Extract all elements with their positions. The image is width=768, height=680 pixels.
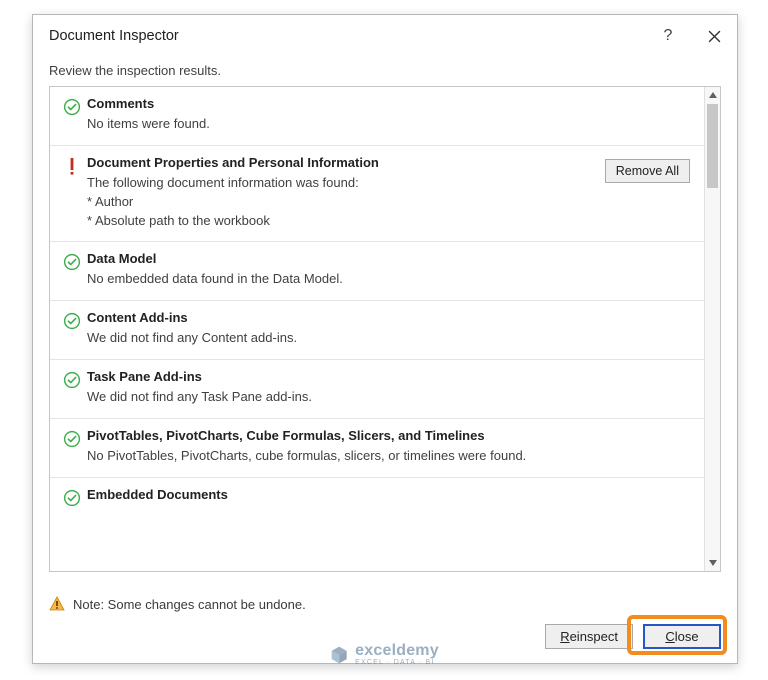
window-close-button[interactable] [691, 15, 737, 57]
result-title: Comments [87, 96, 694, 111]
result-title: Document Properties and Personal Informa… [87, 155, 605, 170]
document-inspector-dialog: Document Inspector ? Review the inspecti… [32, 14, 738, 664]
vertical-scrollbar[interactable] [704, 87, 720, 571]
check-circle-icon [63, 98, 81, 116]
scroll-down-icon[interactable] [705, 555, 721, 571]
result-item-content-addins: Content Add-ins We did not find any Cont… [50, 301, 704, 360]
remove-all-button[interactable]: Remove All [605, 159, 690, 183]
results-list: Comments No items were found. Document P… [50, 87, 704, 571]
result-item-comments: Comments No items were found. [50, 87, 704, 146]
check-circle-icon [63, 371, 81, 389]
reinspect-label-rest: einspect [570, 629, 618, 644]
help-button[interactable]: ? [645, 15, 691, 57]
result-desc: No PivotTables, PivotCharts, cube formul… [87, 447, 694, 466]
result-desc: We did not find any Content add-ins. [87, 329, 694, 348]
results-panel: Comments No items were found. Document P… [49, 86, 721, 572]
dialog-title: Document Inspector [49, 28, 645, 44]
result-title: Task Pane Add-ins [87, 369, 694, 384]
result-title: Data Model [87, 251, 694, 266]
result-title: Content Add-ins [87, 310, 694, 325]
close-icon [708, 30, 721, 43]
result-title: Embedded Documents [87, 487, 694, 502]
check-circle-icon [63, 253, 81, 271]
scroll-up-icon[interactable] [705, 87, 721, 103]
result-item-pivot: PivotTables, PivotCharts, Cube Formulas,… [50, 419, 704, 478]
check-circle-icon [63, 489, 81, 507]
result-item-embedded-docs: Embedded Documents [50, 478, 704, 518]
subheader-text: Review the inspection results. [33, 57, 737, 86]
scroll-thumb[interactable] [707, 104, 718, 188]
result-item-doc-properties: Document Properties and Personal Informa… [50, 146, 704, 243]
result-desc: No items were found. [87, 115, 694, 134]
check-circle-icon [63, 430, 81, 448]
result-desc: We did not find any Task Pane add-ins. [87, 388, 694, 407]
help-icon: ? [664, 27, 673, 45]
close-label-rest: lose [675, 629, 699, 644]
warning-mark-icon [69, 157, 75, 175]
dialog-footer: Note: Some changes cannot be undone. Rei… [33, 586, 737, 663]
result-desc: The following document information was f… [87, 174, 605, 231]
check-circle-icon [63, 312, 81, 330]
result-desc: No embedded data found in the Data Model… [87, 270, 694, 289]
reinspect-button[interactable]: Reinspect [545, 624, 633, 649]
warning-triangle-icon [49, 596, 65, 612]
titlebar: Document Inspector ? [33, 15, 737, 57]
result-item-data-model: Data Model No embedded data found in the… [50, 242, 704, 301]
result-title: PivotTables, PivotCharts, Cube Formulas,… [87, 428, 694, 443]
close-button[interactable]: Close [643, 624, 721, 649]
footer-note: Note: Some changes cannot be undone. [73, 597, 306, 612]
result-item-taskpane-addins: Task Pane Add-ins We did not find any Ta… [50, 360, 704, 419]
